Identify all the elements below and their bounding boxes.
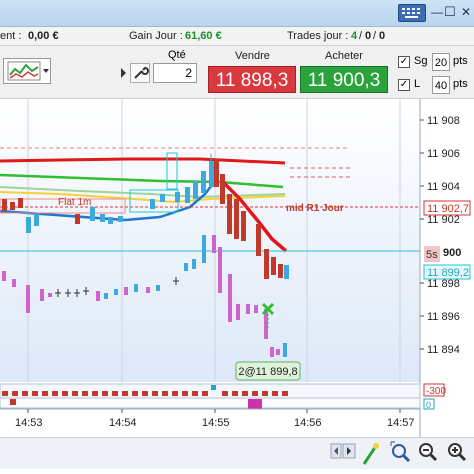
wrench-icon	[134, 66, 149, 79]
level-tag-1-label: 11 902,7	[427, 203, 469, 215]
limit-label: L	[414, 78, 421, 90]
x-axis-labels: 14:53 14:54 14:55 14:56 14:57	[15, 409, 415, 429]
account-info-bar: ent : 0,00 € Gain Jour : 61,60 € Trades …	[0, 27, 474, 46]
x-tick-4: 14:57	[387, 417, 415, 429]
price-chart-svg: Flat 1m mid R1 Jour 2@11 899,8 11 908 11…	[0, 99, 474, 437]
indicator-panel-2	[0, 397, 421, 409]
gain-label: Gain Jour :	[129, 30, 183, 42]
y-tick-2: 11 904	[427, 181, 460, 193]
x-tick-0: 14:53	[15, 417, 43, 429]
indicator-bars	[2, 391, 288, 396]
window-titlebar: — ☐ ✕	[0, 0, 474, 27]
plot-background	[0, 99, 420, 382]
x-tick-2: 14:55	[202, 417, 230, 429]
trades-sep-2: /	[373, 30, 377, 42]
mid-r1-label: mid R1 Jour	[286, 203, 344, 214]
close-button[interactable]: ✕	[456, 4, 474, 20]
trades-count-b: 0	[365, 30, 372, 42]
settings-button[interactable]	[130, 63, 150, 83]
qty-label: Qté	[168, 49, 186, 61]
magic-zoom-icon[interactable]	[362, 443, 379, 465]
stop-loss-unit: pts	[453, 55, 468, 67]
price-chart[interactable]: Flat 1m mid R1 Jour 2@11 899,8 11 908 11…	[0, 99, 474, 468]
trades-count-c: 0	[379, 30, 386, 42]
gain-value: 61,60 €	[185, 30, 222, 42]
trades-sep-1: /	[359, 30, 363, 42]
sell-label: Vendre	[235, 50, 270, 62]
zoom-out-icon[interactable]	[419, 443, 438, 462]
nav-icons	[330, 441, 467, 465]
x-tick-1: 14:54	[109, 417, 137, 429]
equity-value: 0,00 €	[28, 30, 59, 42]
chart-type-icon	[7, 61, 49, 81]
trades-label: Trades jour :	[287, 30, 349, 42]
x-tick-3: 14:56	[294, 417, 322, 429]
order-toolbar: Qté 2 Vendre Acheter 11 898,3 11 900,3 ✓…	[0, 46, 474, 99]
zoom-fit-icon[interactable]	[390, 441, 411, 463]
keyboard-icon[interactable]	[398, 4, 426, 22]
indicator-zero-label: 0	[426, 400, 431, 410]
position-label: 2@11 899,8	[238, 366, 297, 378]
stop-loss-checkbox[interactable]: ✓	[398, 56, 410, 68]
limit-unit: pts	[453, 78, 468, 90]
y-tick-7: 11 894	[427, 344, 460, 356]
expand-arrow-icon[interactable]	[121, 68, 126, 78]
stop-loss-input[interactable]: 20	[432, 53, 450, 71]
chart-navigation-bar	[0, 437, 474, 469]
price-tag-label: 900	[443, 247, 461, 259]
y-tick-3: 11 902	[427, 214, 460, 226]
chart-type-button[interactable]	[3, 58, 51, 84]
limit-input[interactable]: 40	[432, 76, 450, 94]
equity-label: ent :	[0, 30, 22, 42]
level-tag-2-label: 11 899,2	[427, 267, 469, 279]
y-tick-1: 11 906	[427, 148, 460, 160]
scroll-left-icon[interactable]	[330, 443, 342, 459]
sell-button[interactable]: 11 898,3	[208, 66, 296, 93]
limit-checkbox[interactable]: ✓	[398, 79, 410, 91]
indicator-top-label: -300	[426, 386, 446, 397]
y-tick-5: 11 898	[427, 278, 460, 290]
timeframe-label: 5s	[426, 249, 438, 261]
stop-loss-label: Sg	[414, 55, 428, 67]
flat-label: Flat 1m	[58, 197, 91, 208]
scroll-right-icon[interactable]	[342, 443, 356, 459]
y-tick-0: 11 908	[427, 115, 460, 127]
y-tick-6: 11 896	[427, 311, 460, 323]
buy-button[interactable]: 11 900,3	[300, 66, 388, 93]
trades-count-a: 4	[351, 30, 358, 42]
zoom-in-icon[interactable]	[448, 443, 467, 462]
buy-label: Acheter	[325, 50, 363, 62]
qty-input[interactable]: 2	[153, 63, 197, 83]
